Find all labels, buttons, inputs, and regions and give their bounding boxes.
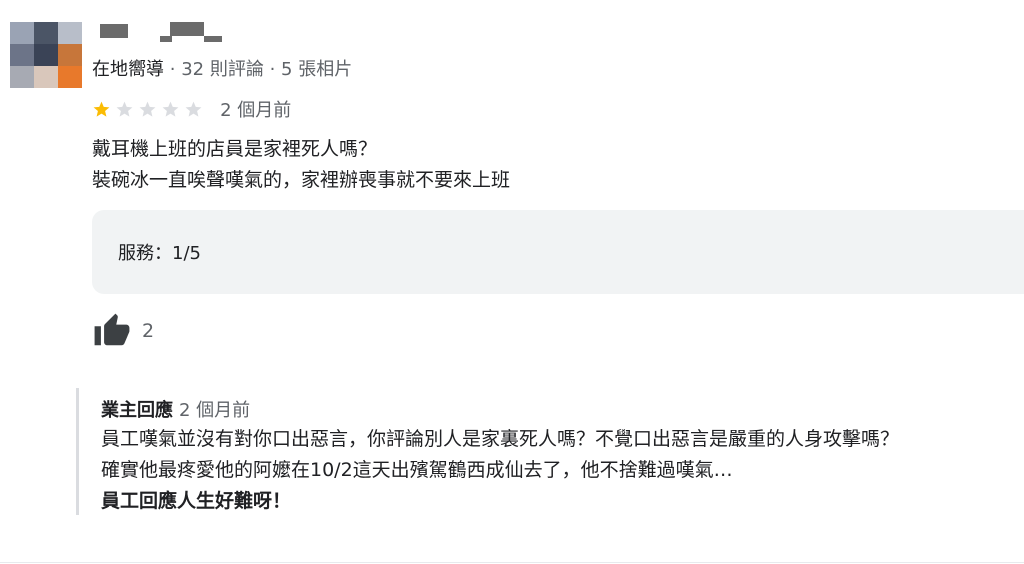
like-count: 2 [142,320,155,342]
review-line: 戴耳機上班的店員是家裡死人嗎？ [92,138,378,160]
photo-count: 5 張相片 [281,59,353,80]
divider [0,562,1024,563]
like-button[interactable]: 2 [92,312,154,350]
owner-reply-title: 業主回應 [101,400,173,421]
review-count: 32 則評論 [181,59,264,80]
star-filled-icon [93,101,110,117]
owner-reply-line: 員工回應人生好難呀！ [101,490,292,512]
reviewer-meta: 在地嚮導 · 32 則評論 · 5 張相片 [92,55,352,81]
star-rating-icons [92,99,207,118]
service-value: 1/5 [172,243,201,264]
service-rating: 服務：1/5 [118,239,201,265]
star-empty-icon [185,101,202,117]
owner-reply-header: 業主回應 2 個月前 [101,396,250,422]
meta-separator: · [269,59,276,80]
star-rating: 2 個月前 [92,96,291,121]
star-empty-icon [162,101,179,117]
attribute-box: 服務：1/5 [92,210,1024,294]
review-text: 戴耳機上班的店員是家裡死人嗎？ 裝碗冰一直唉聲嘆氣的，家裡辦喪事就不要來上班 [92,134,510,196]
owner-reply: 業主回應 2 個月前 員工嘆氣並沒有對你口出惡言，你評論別人是家裏死人嗎？不覺口出… [76,388,1019,515]
star-empty-icon [139,101,156,117]
owner-reply-text: 員工嘆氣並沒有對你口出惡言，你評論別人是家裏死人嗎？不覺口出惡言是嚴重的人身攻擊… [101,424,899,517]
owner-reply-line: 員工嘆氣並沒有對你口出惡言，你評論別人是家裏死人嗎？不覺口出惡言是嚴重的人身攻擊… [101,428,900,450]
star-empty-icon [116,101,133,117]
reviewer-name-redacted[interactable] [100,22,240,44]
review-line: 裝碗冰一直唉聲嘆氣的，家裡辦喪事就不要來上班 [92,169,511,191]
local-guide-badge: 在地嚮導 [92,59,164,80]
owner-reply-time: 2 個月前 [179,400,251,421]
review-time: 2 個月前 [220,100,292,121]
service-label: 服務： [118,243,172,264]
reviewer-avatar[interactable] [10,22,82,88]
owner-reply-line: 確實他最疼愛他的阿嬤在10/2這天出殯駕鶴西成仙去了，他不捨難過嘆氣… [101,459,733,481]
meta-separator: · [169,59,176,80]
thumb-up-icon [94,313,130,346]
